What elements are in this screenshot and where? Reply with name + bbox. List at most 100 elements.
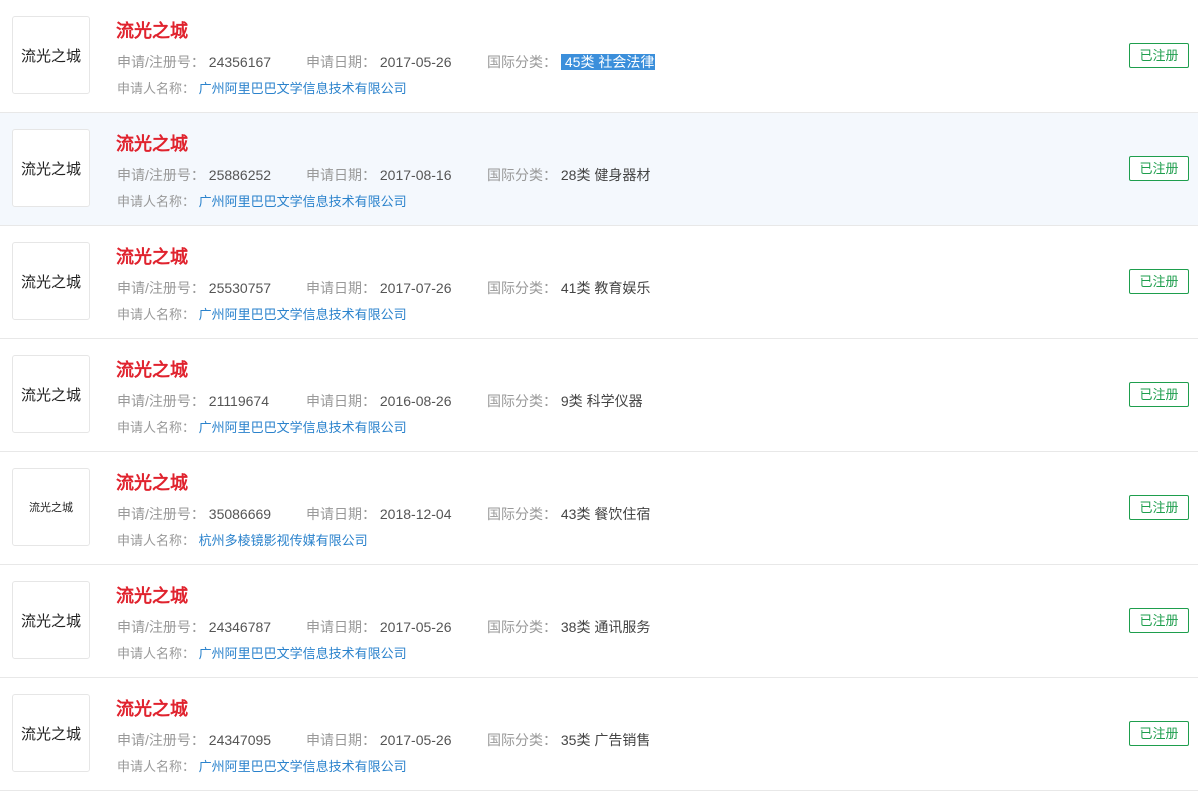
status-badge-registered[interactable]: 已注册 [1129,608,1189,633]
app-date-value: 2017-05-26 [379,619,452,635]
trademark-name-link[interactable]: 流光之城 [116,131,188,157]
intl-class-label: 国际分类： [487,506,557,522]
intl-class-field: 国际分类： 9类 科学仪器 [487,391,643,411]
trademark-row[interactable]: 流光之城 流光之城 申请/注册号： 25886252 申请日期： 2017-08… [0,113,1198,226]
applicant-field: 申请人名称： 广州阿里巴巴文学信息技术有限公司 [117,79,407,99]
trademark-logo-text: 流光之城 [20,724,81,743]
app-date-field: 申请日期： 2017-05-26 [306,730,452,750]
app-date-field: 申请日期： 2017-05-26 [306,52,452,72]
intl-class-field: 国际分类： 28类 健身器材 [487,165,650,185]
reg-no-value: 25886252 [208,167,272,183]
intl-class-field: 国际分类： 45类 社会法律 [487,52,656,72]
applicant-link[interactable]: 广州阿里巴巴文学信息技术有限公司 [199,81,407,96]
trademark-row[interactable]: 流光之城 流光之城 申请/注册号： 35086669 申请日期： 2018-12… [0,452,1198,565]
reg-no-label: 申请/注册号： [117,280,205,296]
reg-no-field: 申请/注册号： 24356167 [117,52,271,72]
applicant-field: 申请人名称： 杭州多棱镜影视传媒有限公司 [117,531,368,551]
applicant-link[interactable]: 广州阿里巴巴文学信息技术有限公司 [199,759,407,774]
intl-class-label: 国际分类： [487,280,557,296]
app-date-value: 2016-08-26 [379,393,452,409]
trademark-logo-text: 流光之城 [20,272,81,291]
app-date-field: 申请日期： 2017-08-16 [306,165,452,185]
status-badge-registered[interactable]: 已注册 [1129,43,1189,68]
app-date-value: 2018-12-04 [379,506,452,522]
applicant-field: 申请人名称： 广州阿里巴巴文学信息技术有限公司 [117,418,407,438]
intl-class-field: 国际分类： 43类 餐饮住宿 [487,504,650,524]
reg-no-label: 申请/注册号： [117,619,205,635]
applicant-label: 申请人名称： [117,194,196,209]
status-badge-registered[interactable]: 已注册 [1129,495,1189,520]
applicant-field: 申请人名称： 广州阿里巴巴文学信息技术有限公司 [117,305,407,325]
app-date-value: 2017-05-26 [379,54,452,70]
trademark-logo-image[interactable]: 流光之城 [12,355,90,433]
applicant-label: 申请人名称： [117,420,196,435]
app-date-label: 申请日期： [306,619,376,635]
app-date-label: 申请日期： [306,393,376,409]
trademark-logo-text: 流光之城 [20,611,81,630]
intl-class-value: 9类 科学仪器 [560,393,643,409]
applicant-link[interactable]: 广州阿里巴巴文学信息技术有限公司 [199,307,407,322]
app-date-value: 2017-08-16 [379,167,452,183]
app-date-field: 申请日期： 2017-05-26 [306,617,452,637]
applicant-label: 申请人名称： [117,307,196,322]
reg-no-label: 申请/注册号： [117,732,205,748]
app-date-label: 申请日期： [306,506,376,522]
reg-no-label: 申请/注册号： [117,506,205,522]
applicant-field: 申请人名称： 广州阿里巴巴文学信息技术有限公司 [117,644,407,664]
applicant-field: 申请人名称： 广州阿里巴巴文学信息技术有限公司 [117,192,407,212]
intl-class-label: 国际分类： [487,167,557,183]
trademark-row[interactable]: 流光之城 流光之城 申请/注册号： 24346787 申请日期： 2017-05… [0,565,1198,678]
trademark-row[interactable]: 流光之城 流光之城 申请/注册号： 21119674 申请日期： 2016-08… [0,339,1198,452]
reg-no-label: 申请/注册号： [117,54,205,70]
trademark-row[interactable]: 流光之城 流光之城 申请/注册号： 25530757 申请日期： 2017-07… [0,226,1198,339]
reg-no-field: 申请/注册号： 21119674 [117,391,269,411]
trademark-name-link[interactable]: 流光之城 [116,583,188,609]
reg-no-field: 申请/注册号： 35086669 [117,504,271,524]
intl-class-value: 41类 教育娱乐 [560,280,651,296]
reg-no-value: 24347095 [208,732,272,748]
trademark-logo-text: 流光之城 [20,46,81,65]
trademark-logo-image[interactable]: 流光之城 [12,694,90,772]
applicant-link[interactable]: 广州阿里巴巴文学信息技术有限公司 [199,420,407,435]
reg-no-value: 24346787 [208,619,272,635]
trademark-name-link[interactable]: 流光之城 [116,18,188,44]
trademark-logo-image[interactable]: 流光之城 [12,16,90,94]
trademark-name-link[interactable]: 流光之城 [116,696,188,722]
trademark-logo-image[interactable]: 流光之城 [12,242,90,320]
applicant-link[interactable]: 广州阿里巴巴文学信息技术有限公司 [199,646,407,661]
applicant-link[interactable]: 广州阿里巴巴文学信息技术有限公司 [199,194,407,209]
app-date-label: 申请日期： [306,280,376,296]
status-badge-registered[interactable]: 已注册 [1129,382,1189,407]
trademark-name-link[interactable]: 流光之城 [116,357,188,383]
trademark-logo-image[interactable]: 流光之城 [12,129,90,207]
intl-class-field: 国际分类： 38类 通讯服务 [487,617,650,637]
app-date-value: 2017-07-26 [379,280,452,296]
intl-class-value: 28类 健身器材 [560,167,651,183]
trademark-result-list: 流光之城 流光之城 申请/注册号： 24356167 申请日期： 2017-05… [0,0,1198,791]
trademark-row[interactable]: 流光之城 流光之城 申请/注册号： 24347095 申请日期： 2017-05… [0,678,1198,791]
app-date-label: 申请日期： [306,54,376,70]
reg-no-value: 24356167 [208,54,272,70]
reg-no-label: 申请/注册号： [117,167,205,183]
trademark-name-link[interactable]: 流光之城 [116,470,188,496]
applicant-label: 申请人名称： [117,646,196,661]
reg-no-value: 25530757 [208,280,272,296]
applicant-label: 申请人名称： [117,533,196,548]
status-badge-registered[interactable]: 已注册 [1129,721,1189,746]
intl-class-label: 国际分类： [487,393,557,409]
app-date-field: 申请日期： 2016-08-26 [306,391,452,411]
trademark-name-link[interactable]: 流光之城 [116,244,188,270]
trademark-logo-image[interactable]: 流光之城 [12,581,90,659]
trademark-logo-image[interactable]: 流光之城 [12,468,90,546]
status-badge-registered[interactable]: 已注册 [1129,156,1189,181]
intl-class-value: 35类 广告销售 [560,732,651,748]
app-date-field: 申请日期： 2017-07-26 [306,278,452,298]
trademark-logo-text: 流光之城 [20,159,81,178]
trademark-row[interactable]: 流光之城 流光之城 申请/注册号： 24356167 申请日期： 2017-05… [0,0,1198,113]
reg-no-field: 申请/注册号： 24346787 [117,617,271,637]
app-date-label: 申请日期： [306,167,376,183]
trademark-logo-text: 流光之城 [29,501,73,514]
status-badge-registered[interactable]: 已注册 [1129,269,1189,294]
applicant-link[interactable]: 杭州多棱镜影视传媒有限公司 [199,533,368,548]
applicant-label: 申请人名称： [117,81,196,96]
